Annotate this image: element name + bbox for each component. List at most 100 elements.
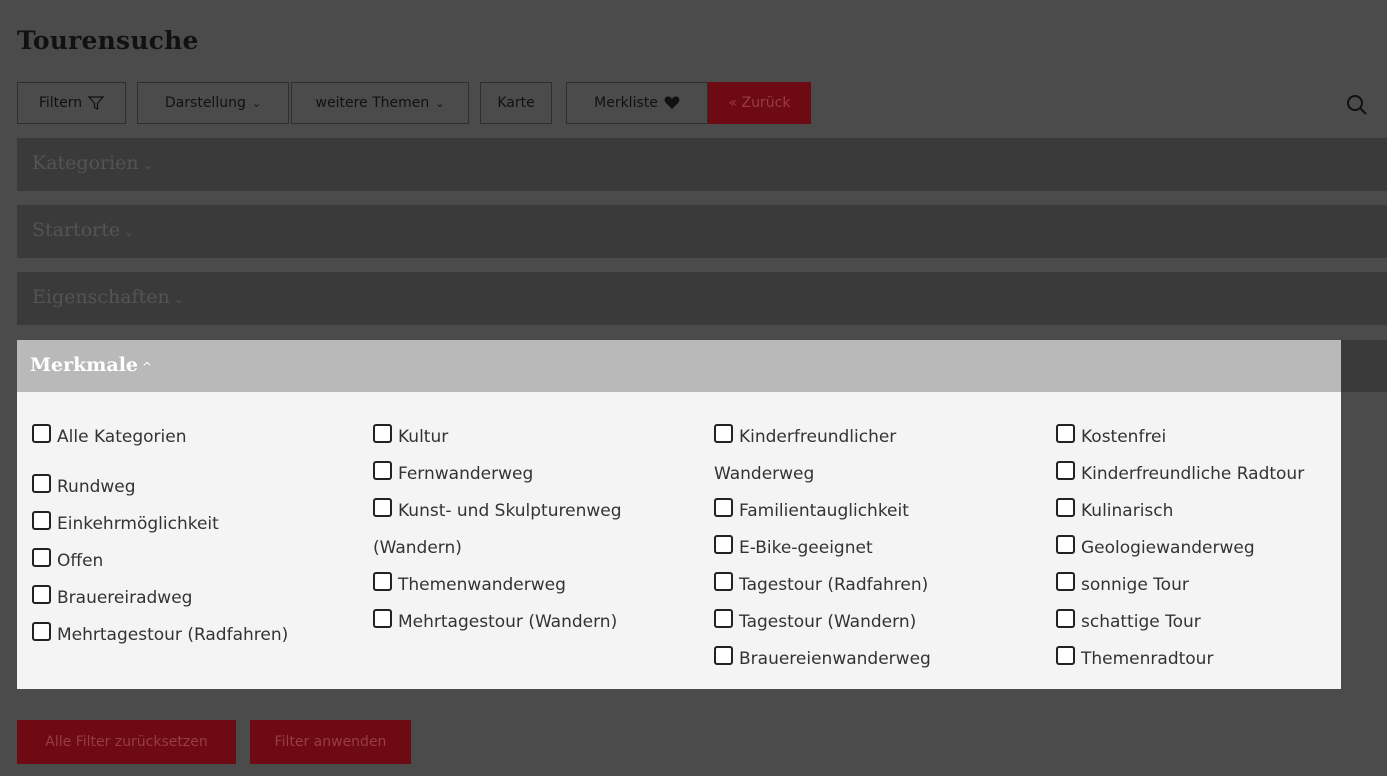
checkbox[interactable]	[1056, 424, 1075, 443]
checkbox-label: Geologiewanderweg	[1081, 538, 1255, 558]
page-title: Tourensuche	[17, 26, 199, 55]
checkbox[interactable]	[32, 511, 51, 530]
back-button-label: « Zurück	[728, 95, 791, 111]
checkbox[interactable]	[1056, 498, 1075, 517]
checkbox[interactable]	[32, 622, 51, 641]
checkbox-label: Kinderfreundlicher Wanderweg	[714, 427, 897, 484]
search-icon[interactable]	[1346, 94, 1368, 116]
checkbox-option[interactable]: Kostenfrei	[1056, 419, 1304, 456]
panel-categories-title: Kategorien ⌄	[32, 152, 153, 174]
checkbox-option[interactable]: Kinderfreundliche Radtour	[1056, 456, 1304, 493]
checkbox-option[interactable]: Kultur	[373, 419, 663, 456]
checkbox[interactable]	[32, 548, 51, 567]
map-button[interactable]: Karte	[480, 82, 552, 124]
themes-dropdown-label: weitere Themen	[315, 95, 430, 111]
checkbox-label: Kostenfrei	[1081, 427, 1167, 447]
checkbox-label: Mehrtagestour (Radfahren)	[57, 625, 289, 645]
checkbox-option[interactable]: Offen	[32, 543, 288, 580]
checkbox[interactable]	[1056, 535, 1075, 554]
features-column-3: Kinderfreundlicher Wanderweg Familientau…	[714, 419, 954, 678]
features-column-2: Kultur Fernwanderweg Kunst- und Skulptur…	[373, 419, 663, 641]
checkbox-option[interactable]: Familientauglichkeit	[714, 493, 954, 530]
checkbox-label: Kunst- und Skulpturenweg (Wandern)	[373, 501, 622, 558]
checkbox[interactable]	[32, 585, 51, 604]
display-dropdown[interactable]: Darstellung ⌄	[137, 82, 289, 124]
features-column-4: Kostenfrei Kinderfreundliche Radtour Kul…	[1056, 419, 1304, 678]
checkbox[interactable]	[373, 461, 392, 480]
checkbox-option[interactable]: Mehrtagestour (Radfahren)	[32, 617, 288, 654]
back-button[interactable]: « Zurück	[708, 82, 811, 124]
checkbox[interactable]	[714, 646, 733, 665]
funnel-icon	[88, 96, 105, 110]
checkbox-label: Offen	[57, 551, 104, 571]
filter-button[interactable]: Filtern	[17, 82, 126, 124]
checkbox-label: sonnige Tour	[1081, 575, 1189, 595]
checkbox-label: Einkehrmöglichkeit	[57, 514, 219, 534]
checkbox[interactable]	[373, 609, 392, 628]
checkbox-label: Kinderfreundliche Radtour	[1081, 464, 1305, 484]
checkbox-option[interactable]: Brauereienwanderweg	[714, 641, 954, 678]
panel-properties[interactable]: Eigenschaften ⌄	[17, 272, 1387, 325]
checkbox-option[interactable]: Fernwanderweg	[373, 456, 663, 493]
checkbox-option[interactable]: Themenwanderweg	[373, 567, 663, 604]
checkbox-label: Tagestour (Radfahren)	[739, 575, 929, 595]
checkbox-option[interactable]: Kinderfreundlicher Wanderweg	[714, 419, 954, 493]
checkbox-option[interactable]: Geologiewanderweg	[1056, 530, 1304, 567]
checkbox-option[interactable]: Brauereiradweg	[32, 580, 288, 617]
features-column-1: Alle Kategorien Rundweg Einkehrmöglichke…	[32, 419, 288, 654]
checkbox[interactable]	[714, 572, 733, 591]
themes-dropdown[interactable]: weitere Themen ⌄	[291, 82, 469, 124]
chevron-down-icon: ⌄	[435, 96, 445, 110]
checkbox-option[interactable]: Alle Kategorien	[32, 419, 288, 456]
display-dropdown-label: Darstellung	[164, 95, 246, 111]
checkbox[interactable]	[714, 424, 733, 443]
checkbox-option[interactable]: schattige Tour	[1056, 604, 1304, 641]
checkbox-label: Fernwanderweg	[398, 464, 534, 484]
checkbox-option[interactable]: Mehrtagestour (Wandern)	[373, 604, 663, 641]
panel-categories[interactable]: Kategorien ⌄	[17, 138, 1387, 191]
checkbox-label: Themenradtour	[1081, 649, 1214, 669]
checkbox-label: Mehrtagestour (Wandern)	[398, 612, 618, 632]
panel-features-body: Alle Kategorien Rundweg Einkehrmöglichke…	[17, 392, 1341, 689]
checkbox-option[interactable]: Themenradtour	[1056, 641, 1304, 678]
checkbox-option[interactable]: Rundweg	[32, 469, 288, 506]
checkbox[interactable]	[1056, 572, 1075, 591]
map-button-label: Karte	[497, 95, 535, 111]
checkbox-option[interactable]: Kunst- und Skulpturenweg (Wandern)	[373, 493, 663, 567]
checkbox[interactable]	[32, 424, 51, 443]
checkbox-option[interactable]: Kulinarisch	[1056, 493, 1304, 530]
checkbox[interactable]	[373, 498, 392, 517]
checkbox-option[interactable]: sonnige Tour	[1056, 567, 1304, 604]
checkbox-option[interactable]: Tagestour (Wandern)	[714, 604, 954, 641]
checkbox[interactable]	[714, 609, 733, 628]
checkbox[interactable]	[1056, 461, 1075, 480]
panel-features-edge	[1341, 340, 1387, 392]
panel-features-header[interactable]: Merkmale ^	[17, 340, 1341, 392]
checkbox-option[interactable]: Tagestour (Radfahren)	[714, 567, 954, 604]
filter-button-label: Filtern	[38, 95, 83, 111]
panel-features-title: Merkmale ^	[30, 354, 152, 376]
reset-filters-button[interactable]: Alle Filter zurücksetzen	[17, 720, 236, 764]
apply-filters-button[interactable]: Filter anwenden	[250, 720, 411, 764]
checkbox-label: schattige Tour	[1081, 612, 1201, 632]
checkbox-label: Brauereiradweg	[57, 588, 193, 608]
checkbox-option[interactable]: Einkehrmöglichkeit	[32, 506, 288, 543]
checkbox[interactable]	[373, 424, 392, 443]
panel-categories-label: Kategorien	[32, 152, 139, 174]
panel-properties-title: Eigenschaften ⌄	[32, 286, 184, 308]
checkbox-label: Themenwanderweg	[398, 575, 566, 595]
checkbox[interactable]	[373, 572, 392, 591]
panel-start-places-label: Startorte	[32, 219, 121, 241]
checkbox[interactable]	[714, 498, 733, 517]
top-bar	[0, 0, 1387, 14]
watchlist-button[interactable]: Merkliste	[566, 82, 708, 124]
checkbox-option[interactable]: E-Bike-geeignet	[714, 530, 954, 567]
chevron-up-icon: ^	[142, 360, 153, 374]
checkbox[interactable]	[714, 535, 733, 554]
checkbox[interactable]	[1056, 646, 1075, 665]
panel-start-places[interactable]: Startorte ⌄	[17, 205, 1387, 258]
checkbox[interactable]	[32, 474, 51, 493]
checkbox[interactable]	[1056, 609, 1075, 628]
chevron-down-icon: ⌄	[251, 96, 262, 110]
checkbox-label: Familientauglichkeit	[739, 501, 909, 521]
